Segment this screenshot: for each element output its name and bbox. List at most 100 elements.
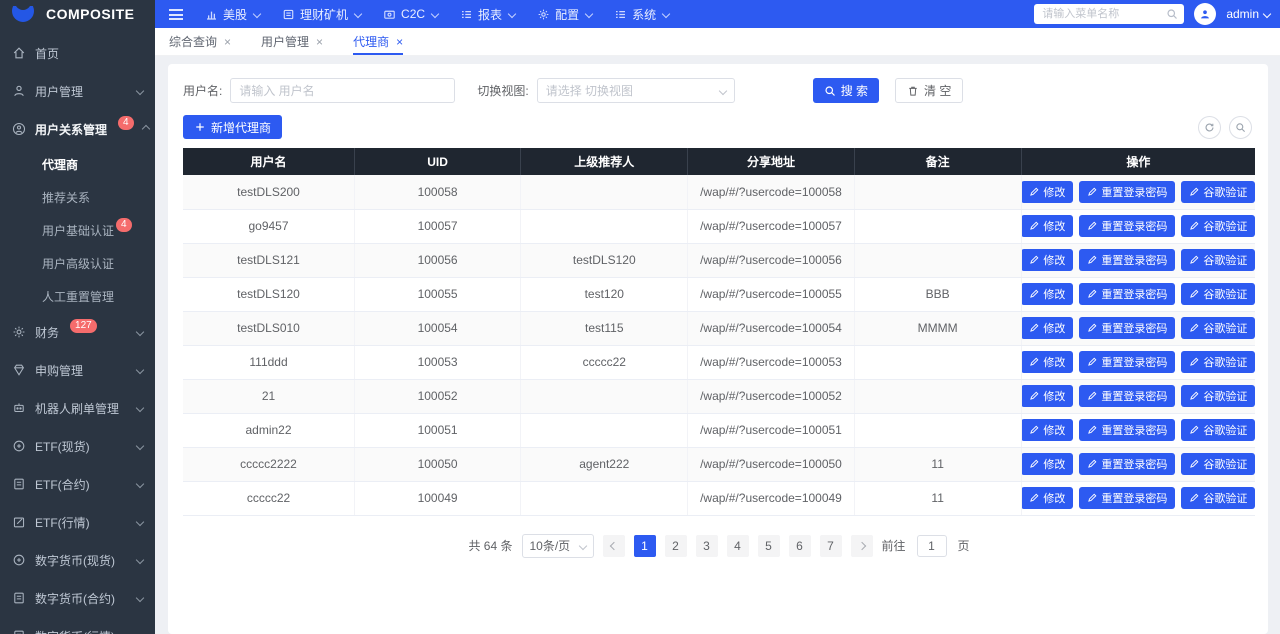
tab-agent[interactable]: 代理商 × <box>353 28 403 55</box>
reset-login-password-button[interactable]: 重置登录密码 <box>1079 317 1175 339</box>
sidebar-item-etf-quotes[interactable]: ETF(行情) <box>0 503 155 541</box>
sidebar-item-finance[interactable]: 财务127 <box>0 313 155 351</box>
user-menu[interactable]: admin <box>1226 7 1270 21</box>
sidebar-subitem-user-advanced-verification[interactable]: 用户高级认证 <box>0 247 155 280</box>
chevron-down-icon <box>508 10 516 18</box>
page-button[interactable]: 2 <box>665 535 687 557</box>
column-search-button[interactable] <box>1229 116 1252 139</box>
edit-button[interactable]: 修改 <box>1021 215 1073 237</box>
reset-login-password-button[interactable]: 重置登录密码 <box>1079 215 1175 237</box>
edit-button[interactable]: 修改 <box>1021 351 1073 373</box>
close-icon[interactable]: × <box>396 36 403 48</box>
google-verification-button[interactable]: 谷歌验证 <box>1181 453 1255 475</box>
chevron-right-icon <box>857 541 865 549</box>
close-icon[interactable]: × <box>224 36 231 48</box>
reset-login-password-button[interactable]: 重置登录密码 <box>1079 453 1175 475</box>
nav-item-wealth-mining[interactable]: 理财矿机 <box>282 6 361 23</box>
reset-login-password-button[interactable]: 重置登录密码 <box>1079 385 1175 407</box>
sidebar-item-etf-spot[interactable]: ETF(现货) <box>0 427 155 465</box>
page-button[interactable]: 5 <box>758 535 780 557</box>
sidebar-item-etf-contract[interactable]: ETF(合约) <box>0 465 155 503</box>
edit-button[interactable]: 修改 <box>1021 317 1073 339</box>
reset-login-password-button[interactable]: 重置登录密码 <box>1079 487 1175 509</box>
clear-button[interactable]: 清 空 <box>895 78 963 103</box>
add-agent-button[interactable]: 新增代理商 <box>183 115 282 139</box>
username-filter-input[interactable] <box>230 78 455 103</box>
edit-button[interactable]: 修改 <box>1021 385 1073 407</box>
google-verification-button[interactable]: 谷歌验证 <box>1181 419 1255 441</box>
nav-item-c2c[interactable]: C2C <box>383 7 438 21</box>
nav-item-reports[interactable]: 报表 <box>460 6 515 23</box>
menu-search-input[interactable] <box>1034 4 1184 24</box>
page-button[interactable]: 7 <box>820 535 842 557</box>
edit-button-label: 修改 <box>1043 286 1065 302</box>
refresh-button[interactable] <box>1198 116 1221 139</box>
crescent-logo-icon <box>12 6 34 22</box>
google-verification-button[interactable]: 谷歌验证 <box>1181 317 1255 339</box>
reset-login-password-button[interactable]: 重置登录密码 <box>1079 351 1175 373</box>
sidebar-subitem-agent[interactable]: 代理商 <box>0 148 155 181</box>
edit-button[interactable]: 修改 <box>1021 283 1073 305</box>
sidebar-item-user-relation-management[interactable]: 用户关系管理4 <box>0 110 155 148</box>
notification-badge: 4 <box>118 116 134 130</box>
sidebar-item-label: 数字货币(现货) <box>35 552 115 569</box>
google-verification-button[interactable]: 谷歌验证 <box>1181 487 1255 509</box>
google-verification-button[interactable]: 谷歌验证 <box>1181 215 1255 237</box>
next-page-button[interactable] <box>851 535 873 557</box>
google-verification-button[interactable]: 谷歌验证 <box>1181 351 1255 373</box>
sidebar-subitem-referral-relation[interactable]: 推荐关系 <box>0 181 155 214</box>
google-verification-button[interactable]: 谷歌验证 <box>1181 249 1255 271</box>
cell-username: 21 <box>183 379 355 413</box>
nav-item-us-stocks[interactable]: 美股 <box>205 6 260 23</box>
cell-uid: 100051 <box>355 413 521 447</box>
prev-page-button[interactable] <box>603 535 625 557</box>
google-verification-button[interactable]: 谷歌验证 <box>1181 283 1255 305</box>
purchase-icon <box>12 363 26 377</box>
sidebar-item-user-management[interactable]: 用户管理 <box>0 72 155 110</box>
page-button[interactable]: 3 <box>696 535 718 557</box>
sidebar-subitem-manual-reset-management[interactable]: 人工重置管理 <box>0 280 155 313</box>
sidebar-item-robot-order-management[interactable]: 机器人刷单管理 <box>0 389 155 427</box>
chevron-down-icon <box>431 10 439 18</box>
page-button[interactable]: 1 <box>634 535 656 557</box>
google-verification-button[interactable]: 谷歌验证 <box>1181 181 1255 203</box>
sidebar-item-crypto-contract[interactable]: 数字货币(合约) <box>0 579 155 617</box>
view-switch-select[interactable]: 请选择 切换视图 <box>537 78 735 103</box>
edit-button[interactable]: 修改 <box>1021 181 1073 203</box>
page-button[interactable]: 4 <box>727 535 749 557</box>
edit-button[interactable]: 修改 <box>1021 487 1073 509</box>
edit-button-label: 修改 <box>1043 422 1065 438</box>
user-icon <box>12 84 26 98</box>
page-unit-label: 页 <box>958 537 970 554</box>
nav-item-config[interactable]: 配置 <box>537 6 592 23</box>
tab-user-management[interactable]: 用户管理 × <box>261 28 323 55</box>
sidebar-item-home[interactable]: 首页 <box>0 34 155 72</box>
sidebar-item-crypto-quotes[interactable]: 数字货币(行情) <box>0 617 155 634</box>
nav-item-system[interactable]: 系统 <box>614 6 669 23</box>
reset-login-password-button[interactable]: 重置登录密码 <box>1079 283 1175 305</box>
tab-comprehensive-query[interactable]: 综合查询 × <box>169 28 231 55</box>
edit-button[interactable]: 修改 <box>1021 453 1073 475</box>
google-verification-button[interactable]: 谷歌验证 <box>1181 385 1255 407</box>
sidebar-subitem-user-basic-verification[interactable]: 用户基础认证4 <box>0 214 155 247</box>
sidebar-item-crypto-spot[interactable]: 数字货币(现货) <box>0 541 155 579</box>
edit-button[interactable]: 修改 <box>1021 249 1073 271</box>
hamburger-menu-icon[interactable] <box>169 9 183 20</box>
page-button[interactable]: 6 <box>789 535 811 557</box>
table-row: ccccc2222 100050 agent222 /wap/#/?userco… <box>183 447 1255 481</box>
table-header-cell: 操作 <box>1021 148 1255 175</box>
reset-login-password-button[interactable]: 重置登录密码 <box>1079 181 1175 203</box>
close-icon[interactable]: × <box>316 36 323 48</box>
cell-share-url: /wap/#/?usercode=100058 <box>688 175 854 209</box>
reset-login-password-button[interactable]: 重置登录密码 <box>1079 249 1175 271</box>
edit-button-label: 修改 <box>1043 218 1065 234</box>
cell-uid: 100055 <box>355 277 521 311</box>
search-button[interactable]: 搜 索 <box>813 78 879 103</box>
reset-login-password-button[interactable]: 重置登录密码 <box>1079 419 1175 441</box>
goto-page-input[interactable] <box>917 535 947 557</box>
agent-card: 用户名: 切换视图: 请选择 切换视图 搜 索 清 空 <box>168 64 1268 634</box>
avatar[interactable] <box>1194 3 1216 25</box>
page-size-select[interactable]: 10条/页 <box>522 534 594 558</box>
sidebar-item-subscription-management[interactable]: 申购管理 <box>0 351 155 389</box>
edit-button[interactable]: 修改 <box>1021 419 1073 441</box>
